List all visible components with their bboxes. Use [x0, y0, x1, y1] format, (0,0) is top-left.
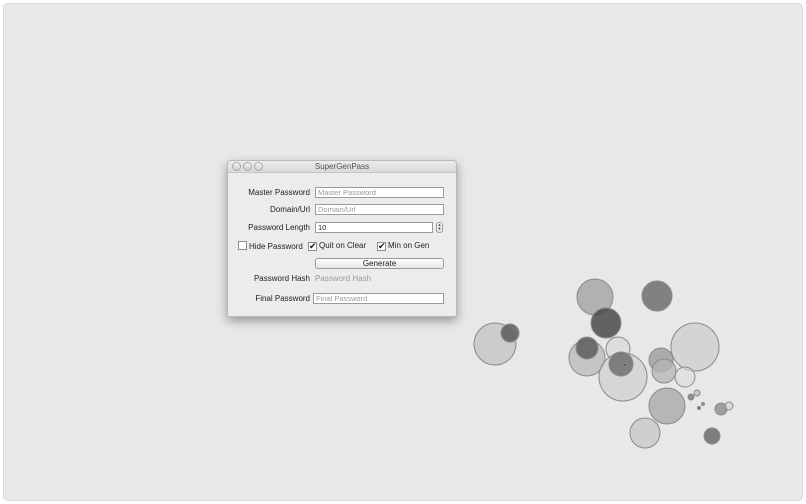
- bubble: [687, 393, 695, 401]
- bubble: [648, 387, 686, 425]
- bubble: [575, 336, 599, 360]
- checkbox-box[interactable]: [238, 241, 247, 250]
- window-titlebar[interactable]: SuperGenPass: [228, 161, 456, 173]
- hide-password-checkbox[interactable]: Hide Password: [238, 241, 303, 252]
- checkbox-box[interactable]: ✔: [308, 242, 317, 251]
- bubble: [670, 322, 720, 372]
- bubble: [608, 351, 634, 377]
- password-length-input[interactable]: [315, 222, 433, 233]
- password-hash-label: Password Hash: [253, 274, 310, 283]
- bubble: [651, 358, 677, 384]
- bubble: [623, 363, 627, 367]
- final-password-label: Final Password: [255, 294, 310, 303]
- bubble: [641, 280, 673, 312]
- bubble: [629, 417, 661, 449]
- hide-password-checkbox-label: Hide Password: [249, 242, 303, 251]
- supergenpass-window: SuperGenPass Master Password Domain/Url …: [227, 160, 457, 317]
- up-down-stepper-icon[interactable]: ▴ ▾: [436, 222, 443, 233]
- min-on-gen-checkbox-label: Min on Gen: [388, 241, 430, 250]
- domain-url-input[interactable]: [315, 204, 444, 215]
- password-hash-value: Password Hash: [315, 274, 372, 283]
- quit-on-clear-checkbox-label: Quit on Clear: [319, 241, 367, 250]
- bubble: [500, 323, 520, 343]
- master-password-input[interactable]: [315, 187, 444, 198]
- desktop-background: SuperGenPass Master Password Domain/Url …: [3, 3, 803, 501]
- checkbox-box[interactable]: ✔: [377, 242, 386, 251]
- generate-button[interactable]: Generate: [315, 258, 444, 269]
- window-title: SuperGenPass: [314, 162, 370, 171]
- final-password-input[interactable]: [313, 293, 444, 304]
- bubble: [693, 389, 701, 397]
- bubble: [590, 307, 622, 339]
- bubble: [724, 401, 734, 411]
- checkmark-icon: ✔: [378, 241, 386, 251]
- quit-on-clear-checkbox[interactable]: ✔ Quit on Clear: [308, 241, 366, 251]
- password-length-label: Password Length: [248, 223, 310, 232]
- bubble: [697, 406, 701, 410]
- checkmark-icon: ✔: [309, 241, 317, 251]
- bubble: [674, 366, 696, 388]
- domain-url-label: Domain/Url: [269, 205, 310, 214]
- master-password-label: Master Password: [248, 188, 310, 197]
- bubble: [701, 402, 705, 406]
- min-on-gen-checkbox[interactable]: ✔ Min on Gen: [377, 241, 429, 251]
- bubble: [703, 427, 721, 445]
